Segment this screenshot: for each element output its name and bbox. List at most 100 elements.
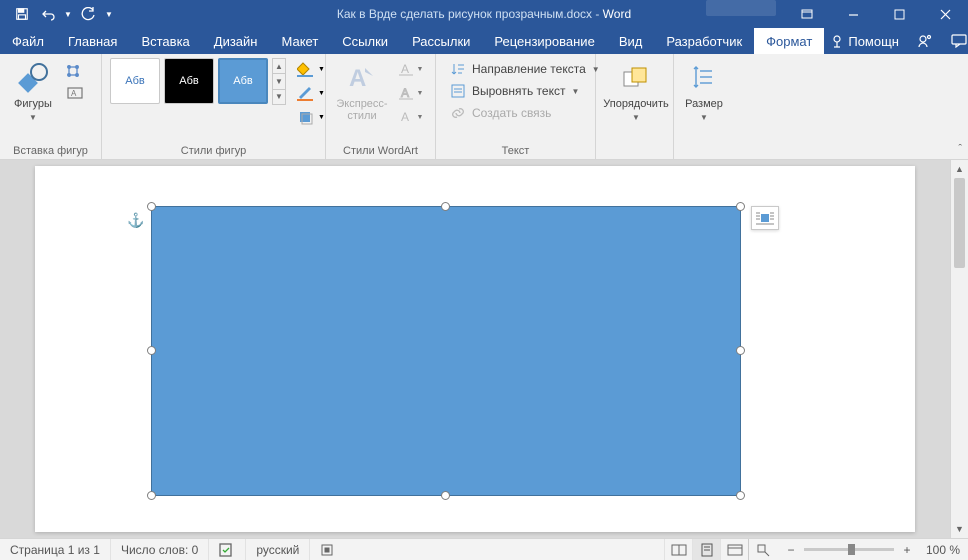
edit-shape-button[interactable] — [64, 58, 86, 80]
tab-references[interactable]: Ссылки — [330, 28, 400, 54]
text-outline-button[interactable]: A▼ — [396, 82, 426, 104]
status-page[interactable]: Страница 1 из 1 — [0, 539, 111, 560]
svg-text:A: A — [401, 62, 409, 76]
svg-text:A: A — [401, 110, 409, 124]
style-preset-2[interactable]: Абв — [164, 58, 214, 104]
minimize-button[interactable] — [830, 0, 876, 28]
text-fill-button[interactable]: A▼ — [396, 58, 426, 80]
zoom-out-button[interactable]: − — [784, 543, 798, 557]
layout-options-button[interactable] — [751, 206, 779, 230]
view-web-layout[interactable] — [720, 539, 748, 560]
size-button[interactable]: Размер▼ — [682, 58, 726, 123]
tab-mailings[interactable]: Рассылки — [400, 28, 482, 54]
zoom-in-button[interactable]: + — [900, 543, 914, 557]
status-spellcheck[interactable] — [209, 539, 246, 560]
tab-design[interactable]: Дизайн — [202, 28, 270, 54]
status-language[interactable]: русский — [246, 539, 310, 560]
zoom-slider[interactable] — [804, 548, 894, 551]
account-name[interactable] — [706, 0, 776, 16]
resize-handle-tm[interactable] — [441, 202, 450, 211]
collapse-ribbon-button[interactable]: ˆ — [958, 143, 962, 155]
gallery-more[interactable]: ▼ — [272, 89, 286, 105]
wordart-icon: A — [346, 62, 378, 94]
quick-access-toolbar: ▼ ▼ — [0, 3, 116, 25]
arrange-button[interactable]: Упорядочить▼ — [604, 58, 668, 123]
resize-handle-ml[interactable] — [147, 346, 156, 355]
quick-styles-button[interactable]: A Экспресс-стили — [334, 58, 390, 122]
resize-handle-tl[interactable] — [147, 202, 156, 211]
group-label-insert-shapes: Вставка фигур — [8, 143, 93, 157]
tab-file[interactable]: Файл — [0, 28, 56, 54]
anchor-icon: ⚓ — [127, 212, 144, 229]
svg-text:A: A — [349, 65, 366, 92]
vertical-scrollbar[interactable]: ▲ ▼ — [950, 160, 968, 538]
text-direction-button[interactable]: Направление текста▼ — [444, 58, 606, 80]
comments-button[interactable] — [945, 34, 968, 48]
ribbon-display-options[interactable] — [784, 0, 830, 28]
resize-handle-tr[interactable] — [736, 202, 745, 211]
share-button[interactable] — [911, 33, 939, 49]
group-size: Размер▼ — [674, 54, 734, 159]
tell-me-button[interactable]: Помощн — [824, 34, 905, 49]
selected-rectangle-shape[interactable] — [151, 206, 741, 496]
document-area: ⚓ ▲ ▼ — [0, 160, 968, 538]
zoom-slider-thumb[interactable] — [848, 544, 855, 555]
group-text: Направление текста▼ Выровнять текст▼ Соз… — [436, 54, 596, 159]
group-shape-styles: Абв Абв Абв ▲ ▼ ▼ ▼ ▼ ▼ Стили фигур — [102, 54, 326, 159]
resize-handle-br[interactable] — [736, 491, 745, 500]
shapes-button[interactable]: Фигуры ▼ — [8, 58, 58, 123]
ribbon: Фигуры ▼ A Вставка фигур Абв Абв Абв ▲ ▼… — [0, 54, 968, 160]
save-button[interactable] — [10, 3, 34, 25]
scroll-thumb[interactable] — [954, 178, 965, 268]
window-controls — [706, 0, 968, 28]
gallery-scroll-down[interactable]: ▼ — [272, 73, 286, 89]
tab-layout[interactable]: Макет — [269, 28, 330, 54]
zoom-to-selection[interactable] — [748, 539, 776, 560]
tab-home[interactable]: Главная — [56, 28, 129, 54]
zoom-level[interactable]: 100 % — [920, 543, 960, 557]
tab-insert[interactable]: Вставка — [129, 28, 201, 54]
scroll-up-button[interactable]: ▲ — [951, 160, 968, 178]
shape-style-gallery[interactable]: Абв Абв Абв ▲ ▼ ▼ — [110, 58, 286, 104]
undo-dropdown[interactable]: ▼ — [62, 3, 74, 25]
svg-text:A: A — [401, 86, 409, 100]
status-bar: Страница 1 из 1 Число слов: 0 русский − … — [0, 538, 968, 560]
group-label-wordart: Стили WordArt — [334, 143, 427, 157]
status-macro[interactable] — [310, 539, 344, 560]
svg-text:A: A — [71, 89, 77, 98]
style-preset-3-selected[interactable]: Абв — [218, 58, 268, 104]
scroll-down-button[interactable]: ▼ — [951, 520, 968, 538]
gallery-scroll-up[interactable]: ▲ — [272, 58, 286, 74]
tab-developer[interactable]: Разработчик — [654, 28, 754, 54]
page[interactable]: ⚓ — [35, 166, 915, 532]
shape-fill-button[interactable]: ▼ — [296, 58, 326, 80]
shape-outline-button[interactable]: ▼ — [296, 82, 326, 104]
redo-button[interactable] — [76, 3, 100, 25]
tab-format[interactable]: Формат — [754, 28, 824, 54]
tab-view[interactable]: Вид — [607, 28, 655, 54]
style-preset-1[interactable]: Абв — [110, 58, 160, 104]
shape-effects-button[interactable]: ▼ — [296, 106, 326, 128]
text-box-button[interactable]: A — [64, 82, 86, 104]
resize-handle-mr[interactable] — [736, 346, 745, 355]
arrange-icon — [620, 62, 652, 94]
undo-button[interactable] — [36, 3, 60, 25]
close-button[interactable] — [922, 0, 968, 28]
group-label-text: Текст — [444, 143, 587, 157]
tab-review[interactable]: Рецензирование — [482, 28, 606, 54]
resize-handle-bl[interactable] — [147, 491, 156, 500]
qat-customize[interactable]: ▼ — [102, 3, 116, 25]
view-print-layout[interactable] — [692, 539, 720, 560]
maximize-button[interactable] — [876, 0, 922, 28]
align-text-button[interactable]: Выровнять текст▼ — [444, 80, 585, 102]
group-arrange: Упорядочить▼ — [596, 54, 674, 159]
view-read-mode[interactable] — [664, 539, 692, 560]
create-link-button: Создать связь — [444, 102, 557, 124]
group-wordart-styles: A Экспресс-стили A▼ A▼ A▼ Стили WordArt — [326, 54, 436, 159]
group-insert-shapes: Фигуры ▼ A Вставка фигур — [0, 54, 102, 159]
ribbon-tabs: Файл Главная Вставка Дизайн Макет Ссылки… — [0, 28, 968, 54]
page-viewport[interactable]: ⚓ — [0, 160, 950, 538]
text-effects-button[interactable]: A▼ — [396, 106, 426, 128]
resize-handle-bm[interactable] — [441, 491, 450, 500]
status-word-count[interactable]: Число слов: 0 — [111, 539, 209, 560]
